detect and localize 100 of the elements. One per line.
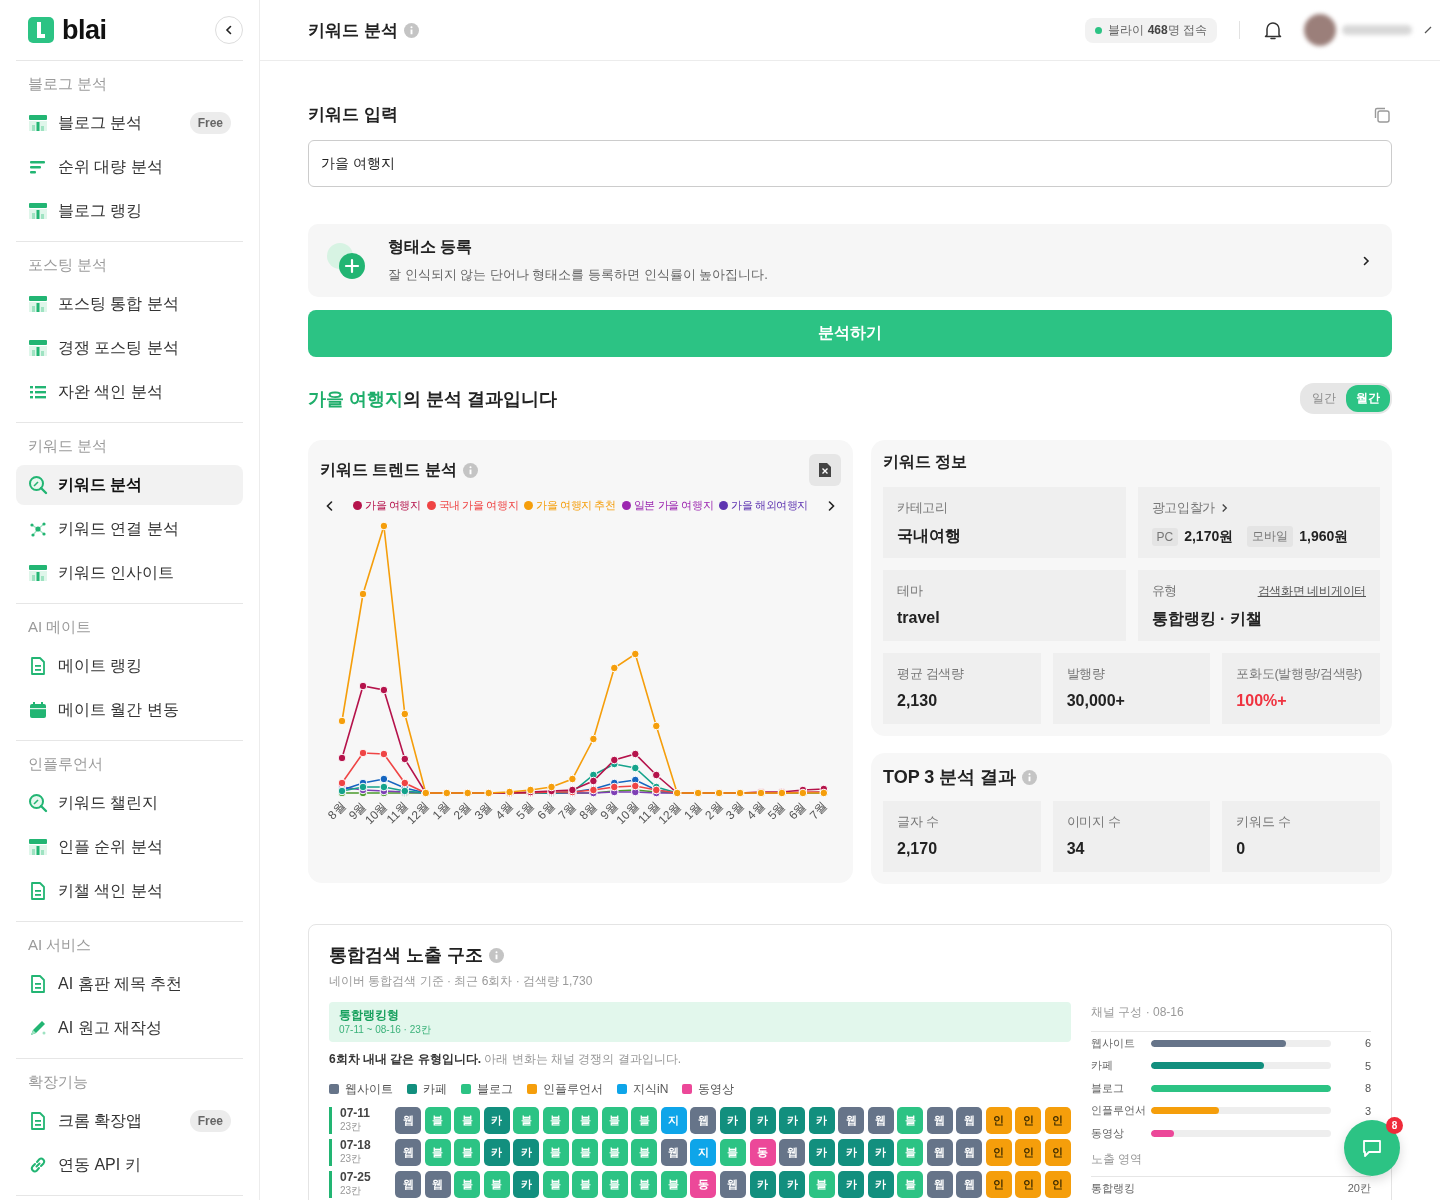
axis-label: 7월 [806, 799, 830, 823]
notification-icon[interactable] [1262, 19, 1284, 41]
channel-slot: 블 [601, 1170, 628, 1198]
sidebar-item[interactable]: 키워드 인사이트 [16, 553, 243, 593]
legend-item[interactable]: 일본 가을 여행지 [621, 498, 714, 513]
stat-value: travel [897, 609, 941, 627]
stat-label: 키워드 수 [1236, 813, 1292, 831]
chart-icon [28, 837, 48, 857]
bar-label: 카페 [1091, 1058, 1114, 1074]
channel-slot: 카 [513, 1138, 540, 1166]
section-heading: AI 서비스 [27, 935, 93, 955]
chat-button[interactable] [1344, 1120, 1400, 1176]
stat-label: 글자 수 [897, 813, 940, 831]
logo-icon [28, 17, 54, 43]
sidebar-item[interactable]: 인플 순위 분석 [16, 827, 243, 867]
document-icon [28, 656, 48, 676]
stat-value: 통합랭킹 · 키챌 [1151, 609, 1263, 629]
axis-label: 1월 [681, 799, 705, 823]
channel-slot: 인 [1015, 1138, 1042, 1166]
channel-slot: 인 [985, 1170, 1012, 1198]
sidebar-item[interactable]: 메이트 랭킹 [16, 646, 243, 686]
stat-label: 광고입찰가 [1151, 499, 1215, 517]
avatar[interactable] [1304, 14, 1336, 46]
channel-slot: 웹 [660, 1138, 687, 1166]
brand-name: blai [62, 14, 107, 46]
channel-slot: 블 [483, 1170, 510, 1198]
legend-item[interactable]: 국내 가을 여행지 [426, 498, 519, 513]
chart-icon [28, 113, 48, 133]
channel-slot: 블 [542, 1170, 569, 1198]
sidebar-item[interactable]: 블로그 랭킹 [16, 191, 243, 231]
stat-label: 평균 검색량 [897, 665, 965, 683]
collapse-button[interactable] [215, 16, 243, 44]
sidebar-item[interactable]: 블로그 분석 Free [16, 103, 243, 143]
stat-value: 0 [1236, 840, 1247, 858]
bar-value: 6 [1363, 1037, 1371, 1050]
channel-slot: 블 [572, 1138, 599, 1166]
channel-slot: 카 [779, 1170, 806, 1198]
sidebar-item[interactable]: AI 원고 재작성 [16, 1008, 243, 1048]
sidebar-item[interactable]: 포스팅 통합 분석 [16, 284, 243, 324]
bar-value: 8 [1363, 1082, 1371, 1095]
bar-value: 5 [1363, 1059, 1371, 1072]
section-heading: 키워드 분석 [27, 436, 109, 456]
banner-range: 07-11 ~ 08-16 · 23칸 [339, 1024, 432, 1037]
channel-slot: 카 [779, 1106, 806, 1134]
bar-label: 동영상 [1091, 1125, 1125, 1141]
sidebar-item[interactable]: 연동 API 키 [16, 1145, 243, 1185]
section-heading: 인플루언서 [27, 754, 104, 774]
sidebar-item[interactable]: AI 홈판 제목 추천 [16, 964, 243, 1004]
sidebar-item[interactable]: 키워드 챌린지 [16, 783, 243, 823]
channel-slot: 웹 [779, 1138, 806, 1166]
channel-slot: 웹 [395, 1170, 422, 1198]
device-tag: 모바일 [1247, 526, 1294, 547]
bar-value: 3 [1363, 1104, 1371, 1117]
sidebar-item[interactable]: 키워드 분석 [16, 465, 243, 505]
chevron-right-icon[interactable] [1220, 502, 1229, 514]
channel-slot: 블 [424, 1138, 451, 1166]
axis-label: 2월 [702, 799, 726, 823]
channel-slot: 웹 [719, 1170, 746, 1198]
channel-slot: 인 [1015, 1170, 1042, 1198]
stat-value: 100%+ [1236, 692, 1288, 710]
channel-slot: 웹 [395, 1138, 422, 1166]
stat-label: 유형 [1151, 582, 1177, 600]
keyword-input[interactable]: 가을 여행지 [308, 140, 1392, 187]
channel-slot: 블 [572, 1170, 599, 1198]
channel-slot: 웹 [956, 1138, 983, 1166]
section-heading: 확장기능 [27, 1072, 89, 1092]
channel-slot: 블 [631, 1170, 658, 1198]
axis-label: 7월 [555, 799, 579, 823]
sidebar-item[interactable]: 크롬 확장앱 Free [16, 1101, 243, 1141]
channel-slot: 웹 [956, 1170, 983, 1198]
sidebar-item[interactable]: 자완 색인 분석 [16, 372, 243, 412]
navigator-link[interactable]: 검색화면 네비게이터 [1257, 582, 1366, 600]
sidebar-item[interactable]: 순위 대량 분석 [16, 147, 243, 187]
section-heading: AI 메이트 [27, 617, 93, 637]
channel-slot: 블 [631, 1138, 658, 1166]
channel-slot: 블 [513, 1106, 540, 1134]
edit-icon[interactable] [1424, 26, 1432, 34]
legend-item[interactable]: 가을 여행지 [352, 498, 421, 513]
channel-slot: 블 [660, 1170, 687, 1198]
channel-slot: 동 [690, 1170, 717, 1198]
stat-label: 테마 [897, 582, 924, 600]
sidebar-item[interactable]: 키워드 연결 분석 [16, 509, 243, 549]
blurred-name [1342, 25, 1412, 35]
channel-slot: 카 [513, 1170, 540, 1198]
stat-value: 2,170 [897, 840, 939, 858]
legend-item[interactable]: 가을 해외여행지 [719, 498, 809, 513]
row-count: 23칸 [340, 1184, 363, 1199]
sidebar-item[interactable]: 키챌 색인 분석 [16, 871, 243, 911]
stat-value: 2,130 [897, 692, 939, 710]
morpheme-card[interactable]: 형태소 등록 잘 인식되지 않는 단어나 형태소를 등록하면 인식률이 높아집니다. [308, 224, 1392, 297]
channel-slot: 웹 [956, 1106, 983, 1134]
axis-label: 3월 [723, 799, 747, 823]
bar-label: 블로그 [1091, 1080, 1125, 1096]
notification-badge: 8 [1386, 1117, 1403, 1134]
search-icon [28, 793, 48, 813]
sidebar-item[interactable]: 메이트 월간 변동 [16, 690, 243, 730]
export-button[interactable] [809, 454, 841, 486]
stat-label: 포화도(발행량/검색량) [1236, 665, 1363, 683]
sidebar-item[interactable]: 경쟁 포스팅 분석 [16, 328, 243, 368]
bid-value: 1,960원 [1299, 527, 1349, 546]
